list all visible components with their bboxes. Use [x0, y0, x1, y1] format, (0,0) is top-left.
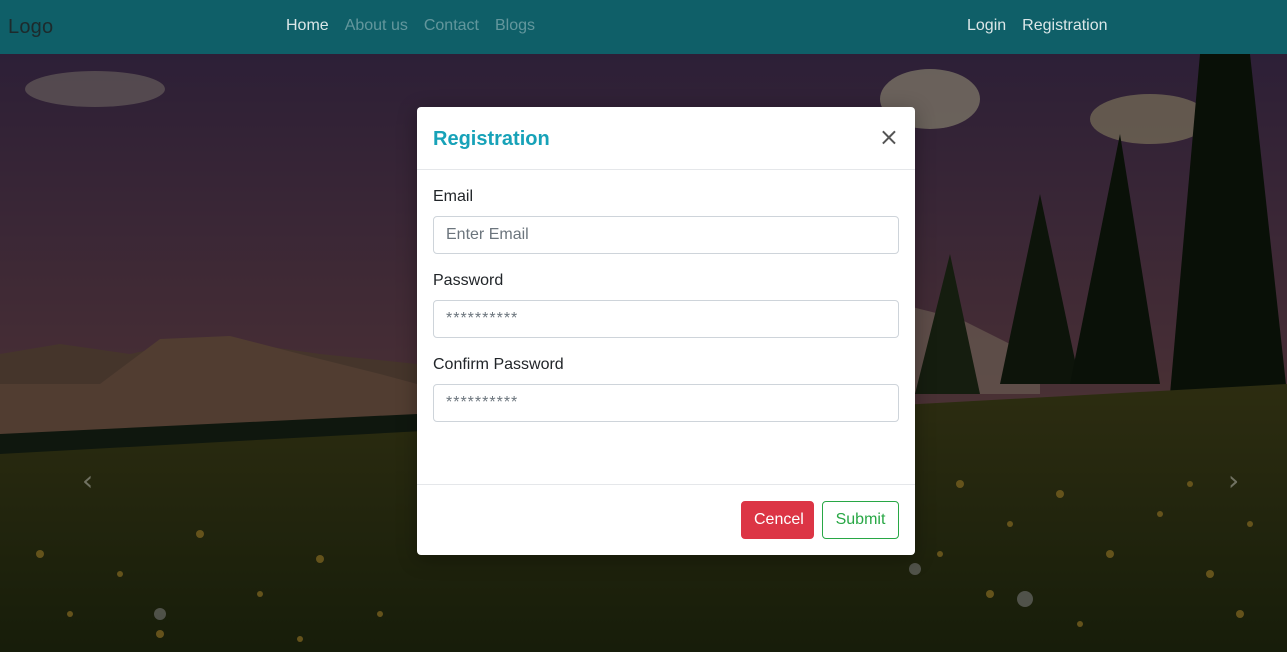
modal-body: Email Password Confirm Password	[417, 170, 915, 484]
chevron-right-icon[interactable]: ›	[1228, 464, 1239, 497]
modal-title: Registration	[433, 128, 550, 150]
confirm-password-group: Confirm Password	[433, 356, 899, 422]
cancel-button[interactable]: Cencel	[741, 501, 814, 539]
auth-links: Login Registration	[967, 17, 1108, 35]
registration-link[interactable]: Registration	[1022, 17, 1107, 35]
nav-link-home[interactable]: Home	[286, 17, 329, 35]
password-group: Password	[433, 272, 899, 338]
email-group: Email	[433, 188, 899, 254]
confirm-password-field[interactable]	[433, 384, 899, 422]
email-label: Email	[433, 188, 474, 205]
email-field[interactable]	[433, 216, 899, 254]
logo[interactable]: Logo	[8, 16, 53, 39]
confirm-password-label: Confirm Password	[433, 356, 564, 373]
password-label: Password	[433, 272, 504, 289]
modal-footer: Cencel Submit	[417, 484, 915, 555]
submit-button[interactable]: Submit	[822, 501, 899, 539]
registration-modal: Registration × Email Password Confirm Pa…	[417, 107, 915, 555]
chevron-left-icon[interactable]: ‹	[82, 464, 93, 497]
login-link[interactable]: Login	[967, 17, 1006, 35]
logo-text: Logo	[8, 16, 54, 38]
close-icon[interactable]: ×	[879, 125, 899, 149]
navbar: Logo Home About us Contact Blogs Login R…	[0, 0, 1287, 54]
nav-link-about[interactable]: About us	[345, 17, 408, 35]
nav-link-blogs[interactable]: Blogs	[495, 17, 535, 35]
nav-links: Home About us Contact Blogs	[286, 17, 535, 35]
modal-header: Registration ×	[417, 107, 915, 170]
password-field[interactable]	[433, 300, 899, 338]
nav-link-contact[interactable]: Contact	[424, 17, 479, 35]
